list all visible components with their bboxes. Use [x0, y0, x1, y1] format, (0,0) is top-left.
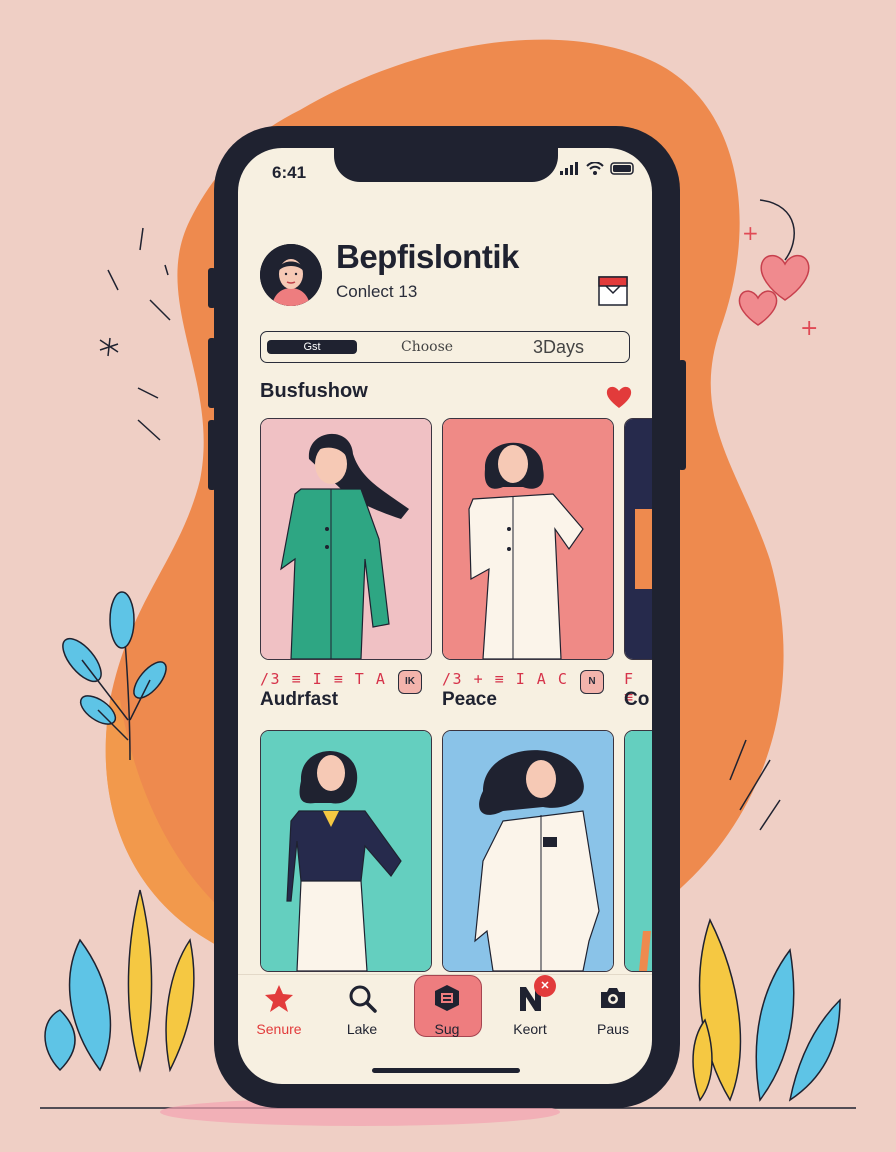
phone-notch [334, 148, 558, 182]
segmented-control: Gst Choose 3Days [260, 331, 630, 363]
wifi-icon [586, 162, 604, 175]
svg-text:+: + [800, 316, 818, 341]
outfit-card[interactable] [260, 730, 432, 972]
phone-side-button [208, 420, 216, 490]
card-code: /3 + ≡ I A C [442, 670, 569, 688]
outfit-illustration [625, 419, 652, 659]
segment-option[interactable]: Choose [401, 332, 453, 362]
search-icon [349, 985, 377, 1013]
battery-icon [610, 162, 634, 175]
profile-subtitle: Conlect 13 [336, 282, 418, 301]
calendar-icon[interactable] [598, 276, 628, 306]
phone-side-button [208, 338, 216, 408]
bottom-right-plant [692, 918, 841, 1102]
tab-label: Paus [597, 1021, 629, 1037]
avatar[interactable] [260, 244, 322, 306]
segment-option-active[interactable]: Gst [267, 340, 357, 354]
tab-label: Sug [434, 1021, 460, 1037]
star-icon [265, 985, 293, 1012]
phone-screen: 6:41 Bepfislontik Conlect 13 Gst Choose … [238, 148, 652, 1084]
home-indicator[interactable] [372, 1068, 520, 1073]
bottom-left-plant [44, 889, 195, 1073]
notification-badge: ✕ [534, 975, 556, 997]
hexagon-icon [435, 985, 459, 1011]
heart-icon[interactable] [605, 384, 633, 410]
outfit-card[interactable] [624, 730, 652, 972]
outfit-illustration [261, 731, 431, 971]
phone-side-button [208, 268, 216, 308]
status-icons [560, 162, 636, 175]
outfit-illustration [443, 419, 613, 659]
outfit-card[interactable] [442, 418, 614, 660]
card-name: Co [624, 689, 650, 710]
tab-label: Senure [256, 1021, 302, 1037]
card-badge[interactable]: IK [398, 670, 422, 694]
tab-label: Keort [513, 1021, 547, 1037]
avatar-portrait [260, 244, 322, 306]
card-code: /3 ≡ I ≡ T A [260, 670, 387, 688]
svg-text:+: + [742, 221, 759, 245]
card-name: Audrfast [260, 689, 339, 710]
outfit-illustration [443, 731, 613, 971]
outfit-illustration [625, 731, 652, 971]
card-name: Peace [442, 689, 497, 710]
status-time: 6:41 [272, 163, 307, 182]
phone-power-button [678, 360, 686, 470]
signal-icon [560, 162, 578, 175]
profile-name: Bepfislontik [336, 238, 519, 275]
segment-option[interactable]: 3Days [533, 332, 584, 362]
outfit-card[interactable] [442, 730, 614, 972]
card-badge[interactable]: N [580, 670, 604, 694]
outfit-card[interactable] [260, 418, 432, 660]
outfit-illustration [261, 419, 431, 659]
outfit-card[interactable] [624, 418, 652, 660]
tab-label: Lake [346, 1021, 378, 1037]
hearts-decoration [738, 254, 810, 326]
camera-icon [601, 988, 625, 1008]
section-title: Busfushow [260, 380, 368, 402]
